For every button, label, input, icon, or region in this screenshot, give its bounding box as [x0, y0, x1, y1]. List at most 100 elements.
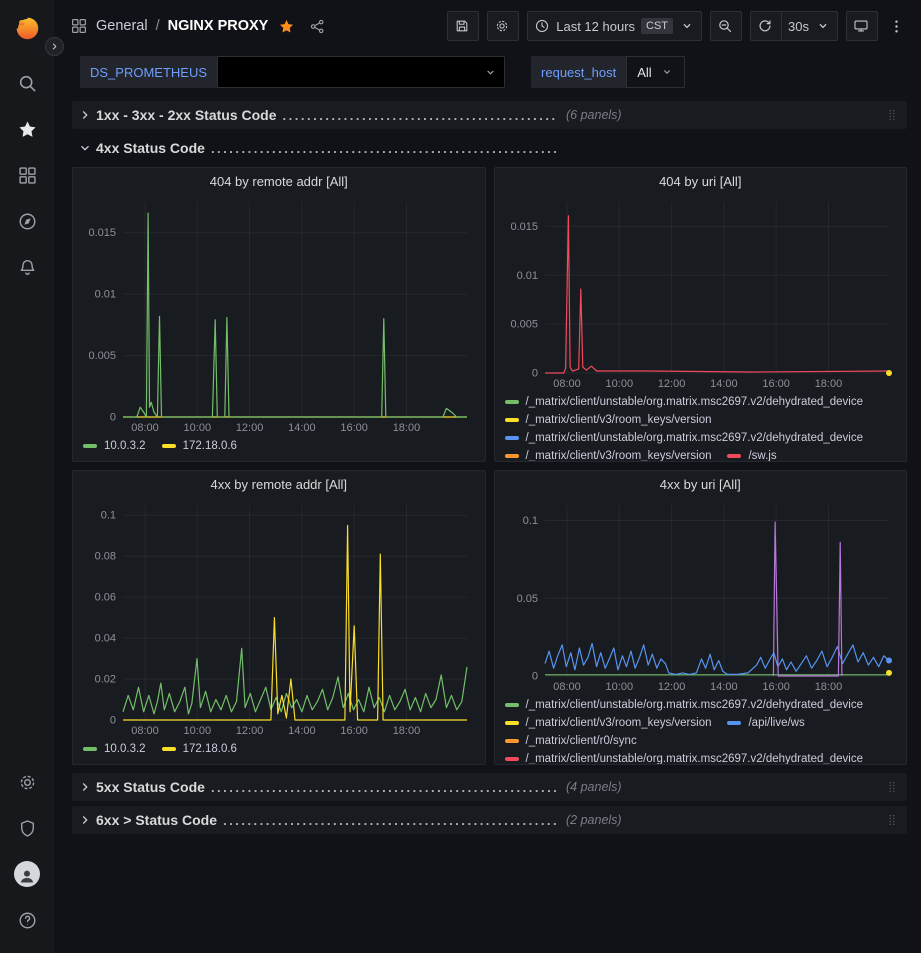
series-line	[545, 643, 889, 674]
svg-text:08:00: 08:00	[131, 422, 159, 434]
series-line	[123, 213, 467, 417]
chart-canvas[interactable]: 08:0010:0012:0014:0016:0018:0000.050.1	[499, 497, 903, 694]
panel-title[interactable]: 404 by remote addr [All]	[73, 168, 485, 194]
legend-item[interactable]: 10.0.3.2	[83, 440, 146, 452]
search-icon[interactable]	[0, 60, 54, 106]
more-options-kebab-icon[interactable]	[886, 18, 907, 35]
time-range-picker[interactable]: Last 12 hours CST	[527, 11, 702, 41]
timeseries-plot[interactable]: 08:0010:0012:0014:0016:0018:0000.020.040…	[77, 497, 481, 738]
starred-dashboards-icon[interactable]	[0, 106, 54, 152]
chart-canvas[interactable]: 08:0010:0012:0014:0016:0018:0000.020.040…	[77, 497, 481, 738]
svg-text:18:00: 18:00	[814, 681, 842, 693]
svg-text:0.005: 0.005	[510, 319, 538, 331]
legend-series-marker	[505, 703, 519, 707]
cycle-view-mode-button[interactable]	[846, 11, 878, 41]
row-leader-dots: ........................................…	[211, 141, 556, 156]
grafana-logo-icon[interactable]	[8, 8, 46, 46]
legend-series-label: /_matrix/client/unstable/org.matrix.msc2…	[526, 432, 864, 444]
timeseries-plot[interactable]: 08:0010:0012:0014:0016:0018:0000.0050.01…	[499, 194, 903, 391]
legend-item[interactable]: /_matrix/client/unstable/org.matrix.msc2…	[505, 432, 864, 444]
chevron-down-icon	[660, 65, 674, 79]
chevron-right-icon	[78, 780, 92, 794]
refresh-button[interactable]	[750, 11, 782, 41]
legend-item[interactable]: /_matrix/client/v3/room_keys/version	[505, 414, 712, 426]
datasource-variable-select[interactable]	[217, 56, 505, 88]
legend-series-label: /_matrix/client/v3/room_keys/version	[526, 414, 712, 426]
row-drag-handle[interactable]	[885, 777, 899, 797]
timezone-badge: CST	[641, 18, 673, 34]
svg-text:0.1: 0.1	[101, 510, 116, 522]
favorite-star-icon[interactable]	[278, 18, 295, 35]
dashboard-title[interactable]: NGINX PROXY	[168, 18, 269, 34]
legend-item[interactable]: /_matrix/client/v3/room_keys/version	[505, 717, 712, 729]
request-host-variable-label[interactable]: request_host	[531, 56, 626, 88]
row-4xx[interactable]: 4xx Status Code ........................…	[72, 134, 907, 162]
row-leader-dots: ........................................…	[223, 813, 556, 828]
monitor-icon	[853, 18, 869, 34]
row-header: 6xx > Status Code ......................…	[78, 812, 556, 828]
row-drag-handle[interactable]	[885, 810, 899, 830]
panel-title[interactable]: 4xx by remote addr [All]	[73, 471, 485, 497]
dashboard-settings-button[interactable]	[487, 11, 519, 41]
legend-item[interactable]: /_matrix/client/r0/sync	[505, 735, 637, 747]
svg-text:12:00: 12:00	[236, 725, 264, 737]
svg-text:08:00: 08:00	[553, 378, 581, 390]
clock-icon	[534, 18, 550, 34]
panel-title[interactable]: 4xx by uri [All]	[495, 471, 907, 497]
help-icon[interactable]	[0, 897, 54, 943]
chart-canvas[interactable]: 08:0010:0012:0014:0016:0018:0000.0050.01…	[77, 194, 481, 435]
panel-legend: /_matrix/client/unstable/org.matrix.msc2…	[495, 391, 907, 461]
row-5xx[interactable]: 5xx Status Code ........................…	[72, 773, 907, 801]
breadcrumb-section[interactable]: General	[96, 18, 148, 34]
user-avatar[interactable]	[0, 851, 54, 897]
configuration-gear-icon[interactable]	[0, 759, 54, 805]
panel-legend: 10.0.3.2 172.18.0.6	[73, 738, 485, 764]
chevron-down-icon	[483, 65, 498, 80]
share-icon[interactable]	[309, 18, 326, 35]
request-host-variable-select[interactable]: All	[626, 56, 684, 88]
alerting-bell-icon[interactable]	[0, 244, 54, 290]
panel-grid: 404 by remote addr [All] 08:0010:0012:00…	[72, 167, 907, 765]
legend-series-label: /_matrix/client/v3/room_keys/version	[526, 450, 712, 461]
legend-item[interactable]: /_matrix/client/unstable/org.matrix.msc2…	[505, 396, 864, 408]
legend-item[interactable]: /api/live/ws	[727, 717, 804, 729]
gear-icon	[494, 18, 510, 34]
legend-item[interactable]: /_matrix/client/v3/room_keys/version	[505, 450, 712, 461]
legend-item[interactable]: /sw.js	[727, 450, 776, 461]
avatar	[14, 861, 40, 887]
svg-text:0.02: 0.02	[95, 674, 116, 686]
legend-item[interactable]: /_matrix/client/unstable/org.matrix.msc2…	[505, 699, 864, 711]
chevron-right-icon	[78, 108, 92, 122]
legend-item[interactable]: 172.18.0.6	[162, 743, 237, 755]
zoom-out-button[interactable]	[710, 11, 742, 41]
svg-text:0: 0	[110, 715, 116, 727]
svg-text:18:00: 18:00	[393, 725, 421, 737]
legend-item[interactable]: 10.0.3.2	[83, 743, 146, 755]
svg-text:0: 0	[531, 671, 537, 683]
explore-compass-icon[interactable]	[0, 198, 54, 244]
datasource-variable-label[interactable]: DS_PROMETHEUS	[80, 56, 217, 88]
server-admin-shield-icon[interactable]	[0, 805, 54, 851]
chart-canvas[interactable]: 08:0010:0012:0014:0016:0018:0000.0050.01…	[499, 194, 903, 391]
variables-bar: DS_PROMETHEUS request_host All	[54, 52, 921, 92]
refresh-interval-dropdown[interactable]: 30s	[782, 11, 838, 41]
panel-404-by-uri: 404 by uri [All] 08:0010:0012:0014:0016:…	[494, 167, 908, 462]
save-dashboard-button[interactable]	[447, 11, 479, 41]
legend-series-label: /_matrix/client/v3/room_keys/version	[526, 717, 712, 729]
svg-text:08:00: 08:00	[131, 725, 159, 737]
timeseries-plot[interactable]: 08:0010:0012:0014:0016:0018:0000.0050.01…	[77, 194, 481, 435]
svg-text:0.05: 0.05	[516, 593, 537, 605]
sidebar-expand-chevron[interactable]	[45, 37, 64, 56]
panel-title[interactable]: 404 by uri [All]	[495, 168, 907, 194]
sidebar-bottom	[0, 759, 54, 943]
legend-item[interactable]: /_matrix/client/unstable/org.matrix.msc2…	[505, 753, 864, 764]
row-drag-handle[interactable]	[885, 105, 899, 125]
row-6xx[interactable]: 6xx > Status Code ......................…	[72, 806, 907, 834]
row-1xx-3xx-2xx[interactable]: 1xx - 3xx - 2xx Status Code ............…	[72, 101, 907, 129]
refresh-icon	[757, 18, 773, 34]
chart-area: 08:0010:0012:0014:0016:0018:0000.050.1	[495, 497, 907, 694]
dashboards-icon[interactable]	[0, 152, 54, 198]
legend-item[interactable]: 172.18.0.6	[162, 440, 237, 452]
svg-text:0: 0	[531, 368, 537, 380]
timeseries-plot[interactable]: 08:0010:0012:0014:0016:0018:0000.050.1	[499, 497, 903, 694]
